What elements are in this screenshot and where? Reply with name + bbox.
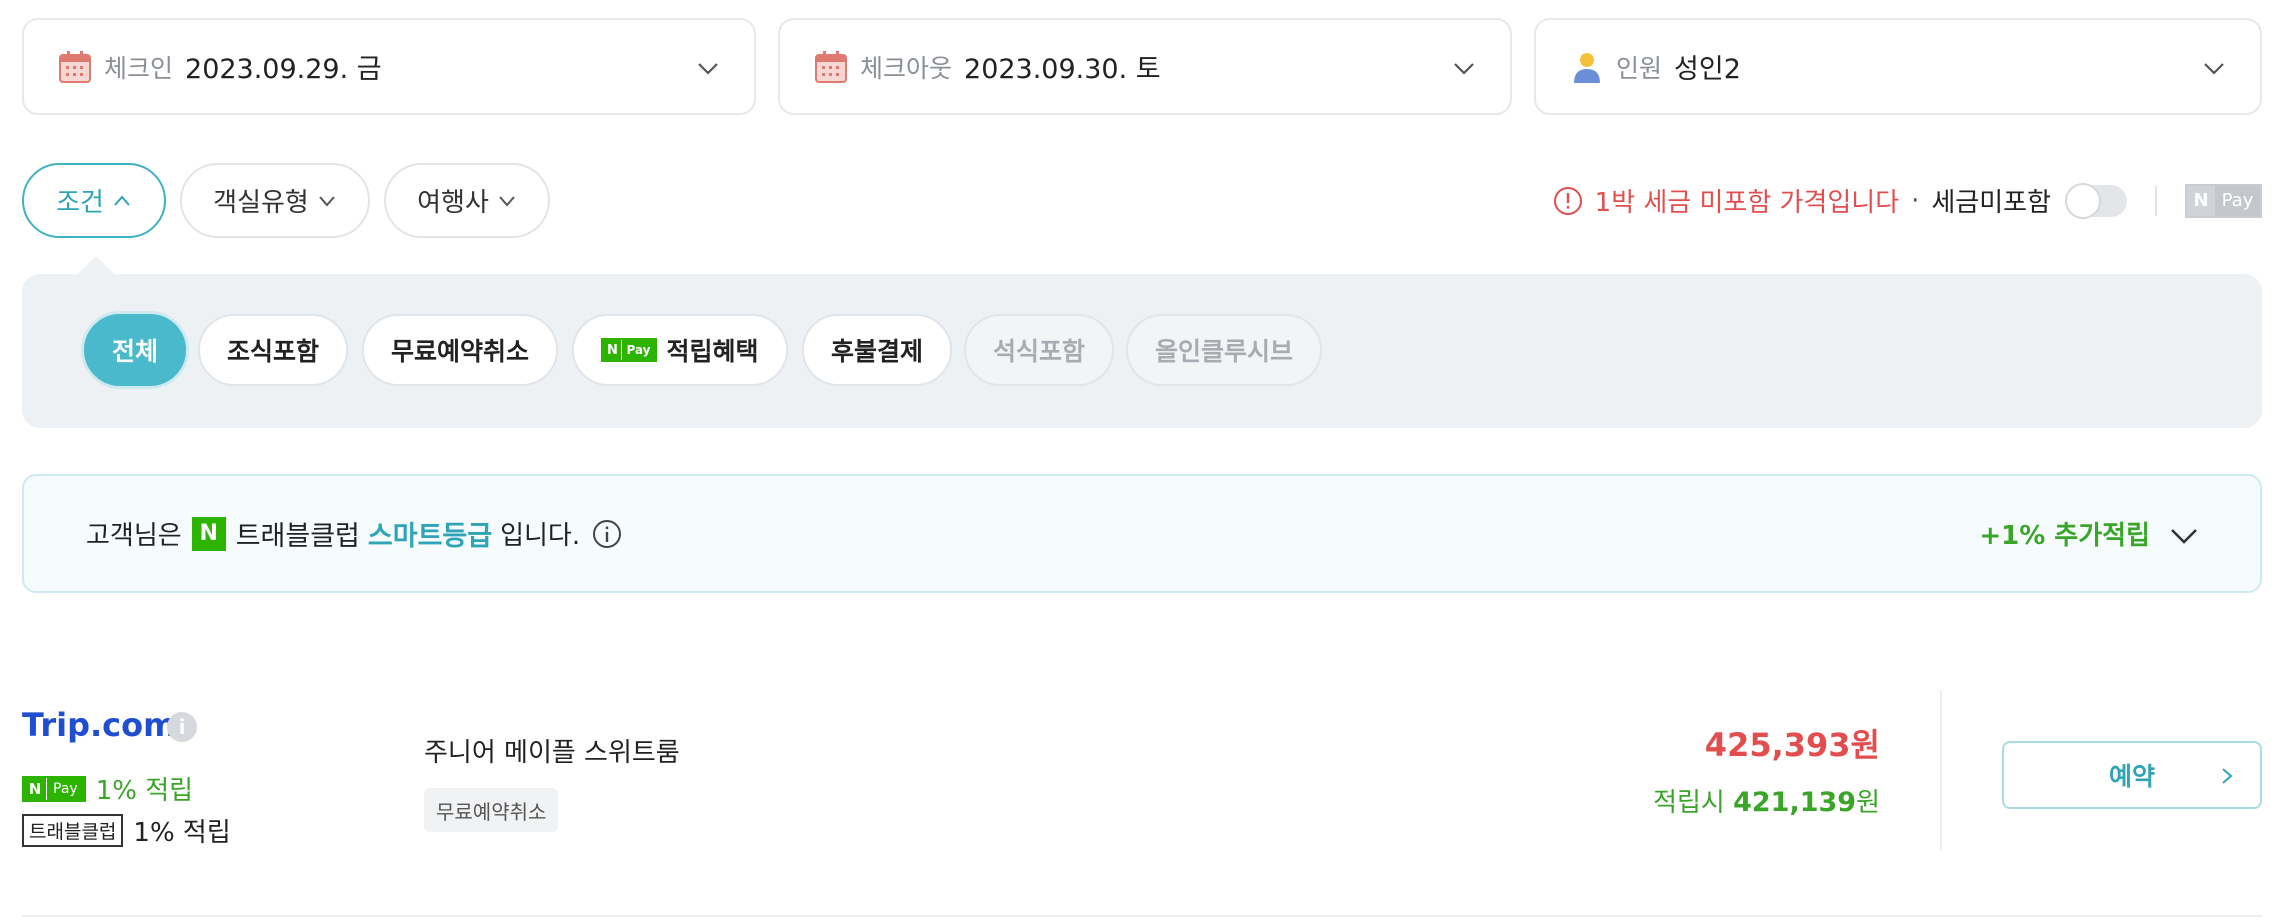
- divider: [22, 915, 2262, 917]
- club-reward-text: 1% 적립: [133, 818, 231, 848]
- tax-separator: ·: [1911, 185, 1920, 216]
- panel-pointer: [78, 256, 114, 274]
- checkout-label: 체크아웃: [860, 53, 953, 83]
- checkin-selector[interactable]: 체크인 2023.09.29. 금: [22, 18, 756, 115]
- banner-prefix: 고객님은: [86, 521, 182, 551]
- room-tag: 무료예약취소: [424, 788, 559, 832]
- brand-logo: Trip.com: [22, 706, 177, 744]
- reward-unit: 원: [1856, 788, 1880, 818]
- room-type-filter-button[interactable]: 객실유형: [180, 163, 370, 238]
- npay-logo-pay: Pay: [2215, 185, 2260, 216]
- guests-value: 성인2: [1674, 54, 1741, 85]
- npay-logo-n: N: [24, 777, 46, 800]
- banner-grade: 스마트등급: [367, 521, 493, 552]
- npay-logo-pay: Pay: [621, 340, 655, 360]
- book-button[interactable]: 예약: [2002, 741, 2262, 809]
- calendar-icon: [815, 50, 847, 83]
- price: 425,393원: [1704, 726, 1880, 764]
- banner-suffix: 입니다.: [500, 521, 581, 551]
- chevron-down-icon[interactable]: [2168, 520, 2200, 552]
- reward-price: 적립시 421,139원: [1653, 782, 1880, 819]
- chip-dinner[interactable]: 석식포함: [964, 314, 1114, 386]
- chip-free-cancel[interactable]: 무료예약취소: [362, 314, 558, 386]
- chip-breakfast-label: 조식포함: [226, 337, 319, 366]
- condition-filter-button[interactable]: 조건: [22, 163, 166, 238]
- checkout-date: 2023.09.30. 토: [964, 54, 1161, 85]
- chevron-down-icon: [499, 195, 515, 207]
- chip-all-inclusive[interactable]: 올인클루시브: [1126, 314, 1322, 386]
- chip-breakfast[interactable]: 조식포함: [198, 314, 348, 386]
- reward-prefix: 적립시: [1653, 788, 1725, 818]
- checkin-date: 2023.09.29. 금: [185, 54, 382, 85]
- npay-reward: N Pay 1% 적립: [22, 770, 193, 807]
- chip-free-cancel-label: 무료예약취소: [390, 337, 529, 366]
- bonus-points-text: +1% 추가적립: [1979, 521, 2150, 551]
- info-icon[interactable]: i: [167, 712, 197, 742]
- npay-filter-button[interactable]: N Pay: [2185, 183, 2262, 218]
- agency-filter-label: 여행사: [417, 188, 489, 218]
- npay-badge: N Pay: [601, 338, 657, 362]
- chip-points-label: 적립혜택: [666, 337, 759, 366]
- divider: [2155, 185, 2157, 216]
- banner-club: 트래블클럽: [235, 521, 360, 552]
- checkout-selector[interactable]: 체크아웃 2023.09.30. 토: [778, 18, 1512, 115]
- info-icon[interactable]: [592, 519, 622, 549]
- calendar-icon: [59, 50, 91, 83]
- chip-postpay[interactable]: 후불결제: [802, 314, 952, 386]
- npay-badge: N Pay: [22, 775, 86, 802]
- toggle-knob: [2065, 182, 2101, 219]
- book-button-label: 예약: [2108, 762, 2155, 791]
- chip-all-inclusive-label: 올인클루시브: [1154, 337, 1293, 366]
- condition-filter-label: 조건: [56, 188, 104, 218]
- condition-panel: 전체 조식포함 무료예약취소 N Pay 적립혜택 후불결제 석식포함 올인클루…: [22, 274, 2262, 428]
- chevron-down-icon: [698, 63, 718, 75]
- chevron-down-icon: [319, 195, 335, 207]
- travel-club-banner[interactable]: 고객님은 N 트래블클럽 스마트등급 입니다. +1% 추가적립: [22, 474, 2262, 593]
- tax-toggle[interactable]: [2065, 182, 2127, 219]
- agency-filter-button[interactable]: 여행사: [384, 163, 550, 238]
- guests-label: 인원: [1616, 53, 1663, 83]
- guests-selector[interactable]: 인원 성인2: [1534, 18, 2262, 115]
- chip-postpay-label: 후불결제: [830, 337, 923, 366]
- chip-all-label: 전체: [111, 337, 158, 366]
- chevron-right-icon: [2222, 768, 2233, 784]
- chip-all[interactable]: 전체: [84, 314, 186, 386]
- naver-n-logo: N: [191, 516, 226, 551]
- npay-logo-n: N: [2187, 185, 2215, 216]
- divider: [1940, 690, 1942, 850]
- chevron-down-icon: [2204, 63, 2224, 75]
- chip-points[interactable]: N Pay 적립혜택: [572, 314, 788, 386]
- tax-notice-text: 1박 세금 미포함 가격입니다: [1594, 188, 1900, 218]
- npay-reward-text: 1% 적립: [95, 776, 194, 806]
- chevron-up-icon: [114, 194, 130, 206]
- person-icon: [1574, 52, 1600, 83]
- tax-notice-bar: 1박 세금 미포함 가격입니다 · 세금미포함 N Pay: [1542, 163, 2282, 238]
- room-type-filter-label: 객실유형: [213, 188, 309, 218]
- alert-icon: [1553, 186, 1582, 215]
- tax-toggle-label: 세금미포함: [1931, 188, 2051, 218]
- room-name: 주니어 메이플 스위트룸: [424, 738, 680, 768]
- reward-amount: 421,139: [1733, 787, 1857, 818]
- offer-row: Trip.com i N Pay 1% 적립 트래블클럽 1% 적립 주니어 메…: [22, 690, 2262, 910]
- checkin-label: 체크인: [104, 53, 174, 83]
- chevron-down-icon: [1454, 63, 1474, 75]
- chip-dinner-label: 석식포함: [992, 337, 1085, 366]
- npay-logo-pay: Pay: [46, 777, 84, 800]
- npay-logo-n: N: [603, 340, 622, 360]
- club-reward: 트래블클럽 1% 적립: [22, 812, 231, 849]
- travel-club-badge: 트래블클럽: [22, 814, 124, 847]
